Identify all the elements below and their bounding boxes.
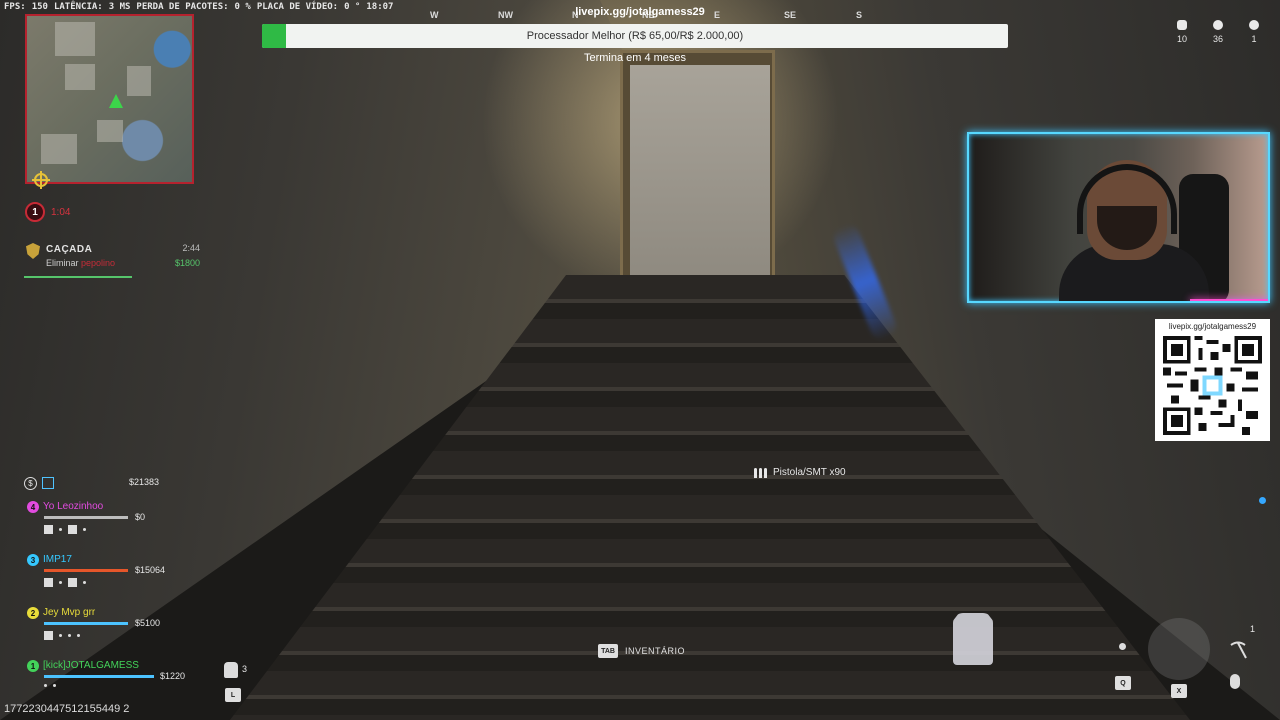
armor-vest-icon: [953, 613, 993, 665]
pickaxe-icon: [1230, 641, 1247, 659]
member-health-bar: [44, 675, 154, 678]
member-number-badge: 1: [27, 660, 39, 672]
minimap-building: [97, 120, 123, 142]
contract-progress-line: [24, 276, 132, 278]
member-number-badge: 4: [27, 501, 39, 513]
minimap-building: [127, 66, 151, 96]
squad-panel: $ $21383 4 Yo Leozinhoo $0 3 IMP17 $1506…: [24, 476, 194, 690]
gas-timer: 1 1:04: [25, 202, 70, 222]
players-counter: 36: [1210, 20, 1226, 44]
member-cash: $0: [135, 512, 146, 522]
inventory-key[interactable]: TAB: [598, 644, 618, 658]
livepix-qr-panel: livepix.gg/jotalgamess29: [1155, 319, 1270, 441]
lethal-indicator-icon: [1119, 643, 1126, 650]
minimap-building: [55, 22, 95, 56]
minimap-building: [41, 134, 77, 164]
member-health-bar: [44, 516, 128, 519]
player-marker-icon: [109, 94, 123, 108]
member-number-badge: 2: [27, 607, 39, 619]
member-cash: $5100: [135, 618, 161, 628]
squads-counter: 10: [1174, 20, 1190, 44]
squad-member: 3 IMP17 $15064: [24, 531, 194, 587]
member-name: IMP17: [43, 554, 72, 565]
ammo-icon: [754, 467, 767, 478]
contract-time-left: 2:44: [182, 243, 200, 253]
weapon-pickup-label: Pistola/SMT x90: [754, 467, 846, 478]
member-name: [kick]JOTALGAMESS: [43, 660, 139, 671]
minimap[interactable]: [25, 14, 194, 184]
players-count: 36: [1212, 34, 1223, 44]
squads-count: 10: [1176, 34, 1187, 44]
timer-value: 1:04: [51, 206, 71, 218]
squads-icon: [1177, 20, 1187, 30]
plate-key: L: [225, 688, 241, 702]
member-gear: [44, 684, 56, 687]
bounty-contract: CAÇADA 2:44 Eliminar pepolino $1800: [24, 240, 202, 278]
squad-member: 2 Jey Mvp grr $5100: [24, 584, 194, 640]
pickaxe-count: 1: [1250, 624, 1256, 634]
tactical-key: X: [1171, 684, 1187, 698]
squad-member-self: 1 [kick]JOTALGAMESS $1220: [24, 637, 194, 690]
inventory-label[interactable]: INVENTÁRIO: [625, 646, 685, 656]
weapon-name: Pistola/SMT x90: [773, 467, 846, 478]
livepix-goal-bar: Processador Melhor (R$ 65,00/R$ 2.000,00…: [262, 24, 1008, 48]
kills-counter: 1: [1246, 20, 1262, 44]
contract-desc-prefix: Eliminar: [46, 258, 79, 268]
headset-icon: [1077, 164, 1177, 234]
member-health-bar: [44, 569, 128, 572]
webcam-overlay: [967, 132, 1270, 303]
member-name: Jey Mvp grr: [43, 607, 96, 618]
member-number-badge: 3: [27, 554, 39, 566]
contract-description: Eliminar pepolino: [46, 258, 115, 268]
contract-title: CAÇADA: [46, 244, 93, 255]
member-health-bar: [44, 622, 128, 625]
ping-marker-icon: [1259, 497, 1266, 504]
armor-plate-count: 3: [242, 664, 248, 674]
crosshair-target-icon: [32, 171, 50, 189]
session-id: 1772230447512155449 2: [4, 703, 130, 715]
member-cash: $15064: [135, 565, 166, 575]
goal-label: Processador Melhor (R$ 65,00/R$ 2.000,00…: [526, 30, 744, 42]
lethal-key: Q: [1115, 676, 1131, 690]
kills-icon: [1249, 20, 1259, 30]
qr-code-icon: [1163, 336, 1262, 435]
bounty-shield-icon: [26, 243, 40, 259]
doorway-opening: [630, 65, 770, 277]
member-name: Yo Leozinhoo: [43, 501, 104, 512]
armor-plate-icon: [224, 662, 238, 678]
players-icon: [1213, 20, 1223, 30]
member-cash: $1220: [160, 671, 186, 681]
match-counters: 10 36 1: [1174, 20, 1262, 44]
minimap-building: [65, 64, 95, 90]
qr-url: livepix.gg/jotalgamess29: [1168, 322, 1257, 331]
timer-badge-icon: 1: [25, 202, 45, 222]
contract-target: pepolino: [81, 258, 116, 268]
contract-reward: $1800: [174, 258, 200, 268]
equipment-wheel: [1148, 618, 1210, 680]
squad-member: 4 Yo Leozinhoo $0: [24, 478, 194, 534]
kills-count: 1: [1251, 34, 1257, 44]
mouse-icon: [1230, 674, 1240, 689]
